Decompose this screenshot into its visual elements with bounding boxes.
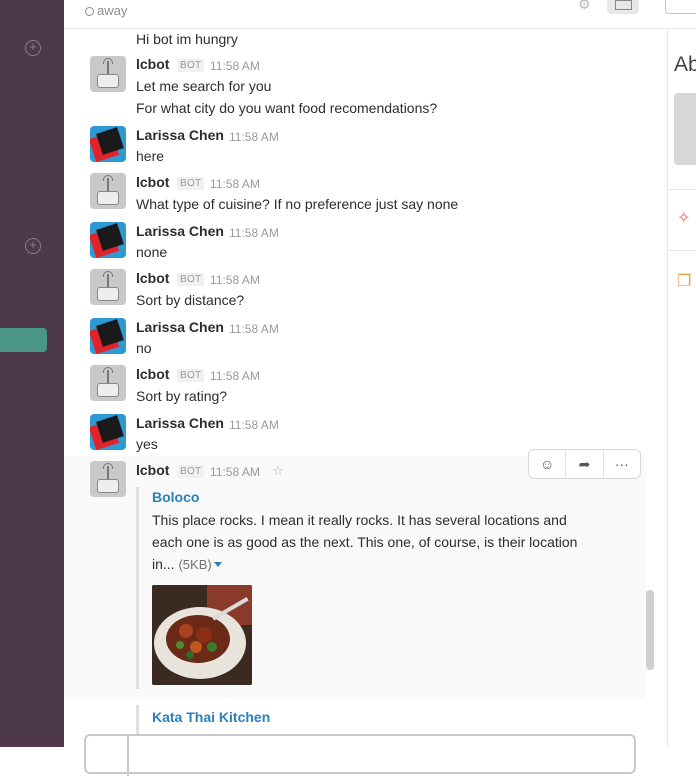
active-channel-item[interactable] <box>0 328 47 352</box>
channel-sidebar: + + <box>0 0 64 747</box>
add-direct-message-icon[interactable]: + <box>25 238 41 254</box>
user-avatar[interactable] <box>90 126 126 162</box>
message-text: Hi bot im hungry <box>136 31 238 47</box>
message-timestamp[interactable]: 11:58 AM <box>210 273 260 287</box>
bot-badge: BOT <box>177 273 205 286</box>
more-actions-icon[interactable]: ··· <box>604 450 640 478</box>
message-text: What type of cuisine? If no preference j… <box>136 196 459 212</box>
attachment-title-link[interactable]: Boloco <box>152 489 199 505</box>
caret-down-icon[interactable] <box>213 562 222 567</box>
author-name[interactable]: lcbot <box>136 174 169 190</box>
author-name[interactable]: lcbot <box>136 56 169 72</box>
message-timestamp[interactable]: 11:58 AM <box>210 177 260 191</box>
author-name[interactable]: lcbot <box>136 270 169 286</box>
message-timestamp[interactable]: 11:58 AM <box>229 226 279 240</box>
message-timestamp[interactable]: 11:58 AM <box>210 59 260 73</box>
message-text: Let me search for you <box>136 78 272 94</box>
search-button[interactable] <box>665 0 696 14</box>
message-text: here <box>136 148 165 164</box>
message-timestamp[interactable]: 11:58 AM <box>229 322 279 336</box>
add-reaction-icon[interactable]: ☺ <box>529 450 567 478</box>
author-name[interactable]: lcbot <box>136 462 169 478</box>
bot-badge: BOT <box>177 177 205 190</box>
author-name[interactable]: Larissa Chen <box>136 223 224 239</box>
message-list: Hi bot im hungry lcbot BOT 11:58 AM Let … <box>64 29 646 747</box>
bot-avatar[interactable] <box>90 56 126 92</box>
user-avatar[interactable] <box>90 318 126 354</box>
bot-avatar[interactable] <box>90 269 126 305</box>
details-heading: Ab <box>674 53 696 76</box>
presence-label: away <box>97 3 128 18</box>
bot-avatar[interactable] <box>90 461 126 497</box>
message-timestamp[interactable]: 11:58 AM <box>229 130 279 144</box>
divider <box>668 250 696 251</box>
message-timestamp[interactable]: 11:58 AM <box>210 369 260 383</box>
bot-badge: BOT <box>177 369 205 382</box>
author-name[interactable]: Larissa Chen <box>136 127 224 143</box>
food-image[interactable] <box>152 585 252 685</box>
details-panel: Ab ✧ ❐ <box>667 29 696 747</box>
message-text: For what city do you want food recomenda… <box>136 100 438 116</box>
profile-thumbnail[interactable] <box>674 93 696 165</box>
pin-icon[interactable]: ✧ <box>677 208 690 228</box>
star-icon[interactable]: ☆ <box>272 463 284 479</box>
channel-header: away ⚙ <box>64 0 696 29</box>
message-text: yes <box>136 436 158 452</box>
settings-gear-icon[interactable]: ⚙ <box>578 0 594 12</box>
scrollbar[interactable] <box>646 590 654 670</box>
author-name[interactable]: Larissa Chen <box>136 415 224 431</box>
message-timestamp[interactable]: 11:58 AM <box>210 465 260 479</box>
attachment-size[interactable]: (5KB) <box>178 557 211 572</box>
bot-badge: BOT <box>177 59 205 72</box>
message-text: Sort by distance? <box>136 292 245 308</box>
bot-badge: BOT <box>177 465 205 478</box>
presence-dot-icon <box>85 7 94 16</box>
author-name[interactable]: lcbot <box>136 366 169 382</box>
author-name[interactable]: Larissa Chen <box>136 319 224 335</box>
attachment-border <box>136 487 139 689</box>
message-text: no <box>136 340 152 356</box>
message-text: Sort by rating? <box>136 388 228 404</box>
toggle-details-panel-button[interactable] <box>607 0 639 14</box>
divider <box>668 189 696 190</box>
presence-status[interactable]: away <box>85 3 127 18</box>
user-avatar[interactable] <box>90 222 126 258</box>
message-text: none <box>136 244 168 260</box>
bot-avatar[interactable] <box>90 365 126 401</box>
attachment-body: This place rocks. I mean it really rocks… <box>152 509 592 576</box>
share-icon[interactable]: ➦ <box>566 450 604 478</box>
input-divider <box>127 736 129 776</box>
attachment-title-link[interactable]: Kata Thai Kitchen <box>152 709 270 725</box>
bot-avatar[interactable] <box>90 173 126 209</box>
add-channel-icon[interactable]: + <box>25 40 41 56</box>
message-input[interactable] <box>84 734 636 776</box>
files-icon[interactable]: ❐ <box>677 271 691 291</box>
user-avatar[interactable] <box>90 414 126 450</box>
message-actions: ☺ ➦ ··· <box>528 449 641 479</box>
message-timestamp[interactable]: 11:58 AM <box>229 418 279 432</box>
